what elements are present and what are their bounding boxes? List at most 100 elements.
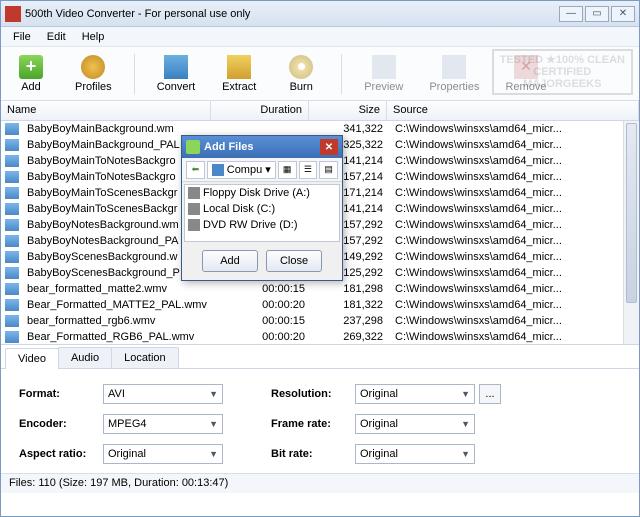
table-row[interactable]: bear_formatted_rgb6.wmv00:00:15237,298C:… bbox=[1, 313, 639, 329]
view-details-button[interactable]: ▤ bbox=[319, 161, 338, 179]
convert-button[interactable]: Convert bbox=[153, 53, 200, 95]
table-row[interactable]: Bear_Formatted_RGB6_PAL.wmv00:00:20269,3… bbox=[1, 329, 639, 345]
chevron-down-icon: ▼ bbox=[461, 449, 470, 459]
burn-label: Burn bbox=[290, 81, 313, 93]
table-row[interactable]: bear_formatted_matte2.wmv00:00:15181,298… bbox=[1, 281, 639, 297]
drive-item[interactable]: Floppy Disk Drive (A:) bbox=[185, 185, 339, 201]
file-icon bbox=[5, 139, 19, 151]
framerate-combo[interactable]: Original▼ bbox=[355, 414, 475, 434]
location-combo[interactable]: Compu▾ bbox=[207, 161, 276, 179]
preview-icon bbox=[372, 55, 396, 79]
properties-icon bbox=[442, 55, 466, 79]
add-label: Add bbox=[21, 81, 41, 93]
resolution-label: Resolution: bbox=[271, 388, 351, 400]
profiles-button[interactable]: Profiles bbox=[71, 53, 116, 95]
view-icons-button[interactable]: ▦ bbox=[278, 161, 297, 179]
add-button[interactable]: Add bbox=[9, 53, 53, 95]
titlebar: 500th Video Converter - For personal use… bbox=[1, 1, 639, 27]
file-icon bbox=[5, 251, 19, 263]
bitrate-value: Original bbox=[360, 448, 398, 460]
video-panel: Format: AVI▼ Resolution: Original▼ ... E… bbox=[1, 369, 639, 473]
bitrate-combo[interactable]: Original ▼ bbox=[355, 444, 475, 464]
chevron-down-icon: ▼ bbox=[461, 389, 470, 399]
cell-name: bear_formatted_matte2.wmv bbox=[21, 283, 213, 295]
resolution-combo[interactable]: Original ▼ bbox=[355, 384, 475, 404]
table-row[interactable]: Bear_Formatted_MATTE2_PAL.wmv00:00:20181… bbox=[1, 297, 639, 313]
dialog-toolbar: ⬅ Compu▾ ▦ ☰ ▤ bbox=[182, 158, 342, 182]
cell-source: C:\Windows\winsxs\amd64_micr... bbox=[389, 331, 639, 343]
file-icon bbox=[5, 123, 19, 135]
add-files-dialog: Add Files ✕ ⬅ Compu▾ ▦ ☰ ▤ Floppy Disk D… bbox=[181, 135, 343, 281]
minimize-button[interactable]: — bbox=[559, 6, 583, 22]
remove-label: Remove bbox=[505, 81, 546, 93]
maximize-button[interactable]: ▭ bbox=[585, 6, 609, 22]
col-duration[interactable]: Duration bbox=[211, 101, 309, 120]
col-size[interactable]: Size bbox=[309, 101, 387, 120]
cell-source: C:\Windows\winsxs\amd64_micr... bbox=[389, 171, 639, 183]
file-icon bbox=[5, 267, 19, 279]
dialog-icon bbox=[186, 140, 200, 154]
framerate-value: Original bbox=[360, 418, 398, 430]
dialog-close-button[interactable]: ✕ bbox=[320, 139, 338, 155]
chevron-down-icon: ▼ bbox=[209, 389, 218, 399]
drive-label: Local Disk (C:) bbox=[203, 203, 275, 215]
cell-source: C:\Windows\winsxs\amd64_micr... bbox=[389, 187, 639, 199]
dialog-buttons: Add Close bbox=[182, 244, 342, 280]
properties-button[interactable]: Properties bbox=[425, 53, 483, 95]
cell-duration: 00:00:15 bbox=[213, 315, 311, 327]
format-label: Format: bbox=[19, 388, 99, 400]
preview-button[interactable]: Preview bbox=[360, 53, 407, 95]
drive-item[interactable]: DVD RW Drive (D:) bbox=[185, 217, 339, 233]
aspect-combo[interactable]: Original▼ bbox=[103, 444, 223, 464]
cell-source: C:\Windows\winsxs\amd64_micr... bbox=[389, 251, 639, 263]
format-combo[interactable]: AVI▼ bbox=[103, 384, 223, 404]
menu-file[interactable]: File bbox=[5, 29, 39, 45]
resolution-value: Original bbox=[360, 388, 398, 400]
drive-icon bbox=[188, 187, 200, 199]
file-icon bbox=[5, 315, 19, 327]
dialog-close-btn[interactable]: Close bbox=[266, 250, 322, 272]
cell-name: bear_formatted_rgb6.wmv bbox=[21, 315, 213, 327]
dialog-titlebar[interactable]: Add Files ✕ bbox=[182, 136, 342, 158]
scrollbar[interactable] bbox=[623, 121, 639, 344]
menu-help[interactable]: Help bbox=[74, 29, 113, 45]
properties-label: Properties bbox=[429, 81, 479, 93]
cell-size: 181,298 bbox=[311, 283, 389, 295]
cell-source: C:\Windows\winsxs\amd64_micr... bbox=[389, 139, 639, 151]
toolbar: Add Profiles Convert Extract Burn Previe… bbox=[1, 47, 639, 101]
cell-size: 181,322 bbox=[311, 299, 389, 311]
remove-button[interactable]: Remove bbox=[501, 53, 550, 95]
resolution-more-button[interactable]: ... bbox=[479, 384, 501, 404]
burn-button[interactable]: Burn bbox=[279, 53, 323, 95]
cell-source: C:\Windows\winsxs\amd64_micr... bbox=[389, 315, 639, 327]
back-button[interactable]: ⬅ bbox=[186, 161, 205, 179]
convert-icon bbox=[164, 55, 188, 79]
cell-name: Bear_Formatted_MATTE2_PAL.wmv bbox=[21, 299, 213, 311]
view-list-button[interactable]: ☰ bbox=[299, 161, 318, 179]
tab-video[interactable]: Video bbox=[5, 348, 59, 369]
drive-list[interactable]: Floppy Disk Drive (A:) Local Disk (C:) DVD… bbox=[184, 184, 340, 242]
plus-icon bbox=[19, 55, 43, 79]
drive-icon bbox=[188, 203, 200, 215]
dialog-add-button[interactable]: Add bbox=[202, 250, 258, 272]
col-source[interactable]: Source bbox=[387, 101, 639, 120]
menu-edit[interactable]: Edit bbox=[39, 29, 74, 45]
drive-item[interactable]: Local Disk (C:) bbox=[185, 201, 339, 217]
cell-source: C:\Windows\winsxs\amd64_micr... bbox=[389, 219, 639, 231]
scroll-thumb[interactable] bbox=[626, 123, 637, 303]
tab-audio[interactable]: Audio bbox=[58, 347, 112, 368]
dialog-title: Add Files bbox=[204, 141, 254, 153]
file-icon bbox=[5, 331, 19, 343]
file-icon bbox=[5, 283, 19, 295]
list-header: Name Duration Size Source bbox=[1, 101, 639, 121]
profiles-label: Profiles bbox=[75, 81, 112, 93]
aspect-label: Aspect ratio: bbox=[19, 448, 99, 460]
encoder-combo[interactable]: MPEG4▼ bbox=[103, 414, 223, 434]
cell-name: Bear_Formatted_RGB6_PAL.wmv bbox=[21, 331, 213, 343]
col-name[interactable]: Name bbox=[1, 101, 211, 120]
tab-location[interactable]: Location bbox=[111, 347, 179, 368]
close-button[interactable]: ✕ bbox=[611, 6, 635, 22]
burn-icon bbox=[289, 55, 313, 79]
cell-size: 269,322 bbox=[311, 331, 389, 343]
extract-button[interactable]: Extract bbox=[217, 53, 261, 95]
